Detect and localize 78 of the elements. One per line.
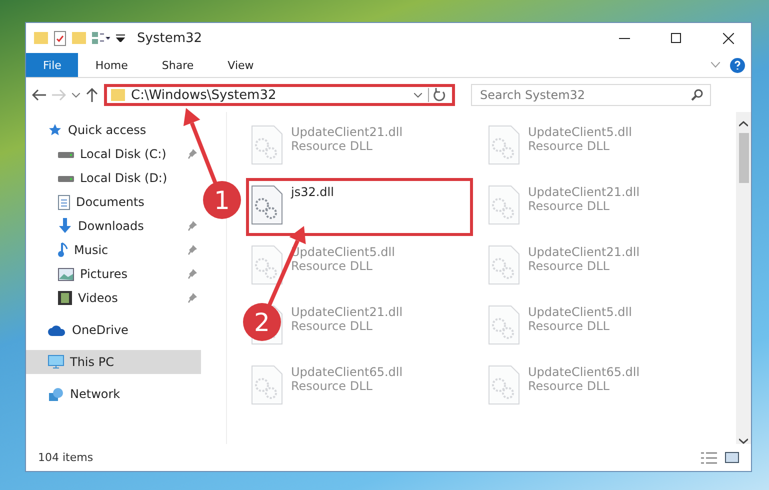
file-type: Resource DLL (291, 319, 374, 333)
item-count: 104 items (38, 451, 94, 464)
computer-icon (48, 355, 64, 369)
recent-locations-button[interactable] (72, 92, 80, 98)
drive-icon (58, 173, 74, 183)
pin-icon[interactable] (188, 221, 197, 231)
scroll-down-icon[interactable] (739, 438, 748, 444)
refresh-icon[interactable] (428, 88, 448, 102)
up-button[interactable] (86, 88, 98, 102)
gear-file-icon (488, 185, 520, 225)
caret-icon[interactable] (116, 34, 125, 42)
ribbon-tab[interactable]: File (26, 53, 78, 77)
gear-file-icon (251, 245, 283, 285)
music-note-icon (58, 242, 68, 258)
sidebar-item[interactable]: Network (26, 382, 201, 406)
sidebar-item[interactable]: Documents (26, 190, 201, 214)
callout-number: 1 (214, 186, 230, 215)
pin-icon[interactable] (188, 149, 197, 159)
properties-icon[interactable] (54, 30, 66, 46)
scrollbar[interactable] (736, 112, 751, 444)
chevron-down-icon[interactable] (711, 62, 720, 68)
details-view-icon[interactable] (701, 452, 717, 464)
callout-number: 2 (254, 308, 270, 337)
ribbon-tab[interactable]: Share (144, 53, 211, 77)
close-icon (722, 32, 734, 44)
sidebar-item[interactable]: Music (26, 238, 201, 262)
address-path: C:\Windows\System32 (131, 88, 278, 102)
sidebar-item[interactable]: Local Disk (D:) (26, 166, 201, 190)
callout-badge (243, 303, 281, 341)
document-icon (58, 194, 70, 210)
cloud-icon (48, 324, 66, 336)
file-type: Resource DLL (528, 259, 610, 273)
folder-icon (111, 89, 125, 101)
download-arrow-icon (58, 218, 72, 234)
ribbon-tab[interactable]: Home (78, 53, 145, 77)
view-icon[interactable] (92, 32, 110, 44)
file-type: Resource DLL (528, 379, 610, 393)
pin-icon[interactable] (188, 293, 197, 303)
gear-file-icon (488, 305, 520, 345)
gear-file-icon (488, 365, 520, 405)
sidebar-item[interactable]: Videos (26, 286, 201, 310)
large-icons-view-icon[interactable] (725, 452, 739, 463)
sidebar-item[interactable]: This PC (26, 350, 201, 374)
network-globe-icon (48, 386, 64, 402)
file-type: Resource DLL (291, 379, 374, 393)
back-button[interactable] (32, 89, 46, 101)
file-type: Resource DLL (291, 139, 374, 153)
file-type: Resource DLL (528, 139, 610, 153)
sidebar-item[interactable]: Local Disk (C:) (26, 142, 201, 166)
file-name[interactable]: js32.dll (291, 185, 334, 199)
scroll-up-icon[interactable] (738, 121, 748, 127)
file-type: Resource DLL (528, 199, 610, 213)
pin-icon[interactable] (188, 269, 197, 279)
gear-file-icon (251, 125, 283, 165)
maximize-icon (671, 33, 681, 43)
scrollbar-thumb[interactable] (738, 133, 748, 183)
gear-file-icon (251, 185, 283, 225)
sidebar-item[interactable]: Quick access (26, 118, 201, 142)
callout-badge (203, 181, 241, 219)
picture-icon (58, 268, 74, 280)
ribbon-tab[interactable]: View (210, 53, 271, 77)
film-icon (58, 291, 72, 305)
sidebar-item[interactable]: OneDrive (26, 318, 201, 342)
help-icon[interactable] (730, 58, 745, 72)
chevron-down-icon[interactable] (414, 92, 422, 98)
sidebar-item[interactable]: Pictures (26, 262, 201, 286)
gear-file-icon (251, 365, 283, 405)
pin-icon[interactable] (188, 245, 197, 255)
address-bar[interactable]: C:\Windows\System32 (104, 84, 455, 106)
file-type: Resource DLL (291, 259, 374, 273)
gear-file-icon (488, 245, 520, 285)
search-field[interactable]: Search System32 (471, 84, 711, 106)
gear-file-icon (488, 125, 520, 165)
window-title: System32 (137, 30, 202, 46)
file-type: Resource DLL (528, 319, 610, 333)
drive-icon (58, 149, 74, 159)
sidebar-item[interactable]: Downloads (26, 214, 201, 238)
star-icon (48, 123, 62, 137)
